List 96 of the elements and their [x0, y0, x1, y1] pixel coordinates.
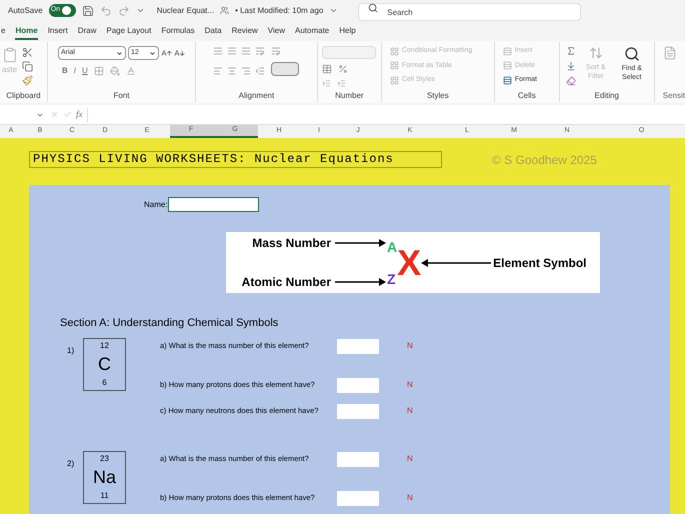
- ribbon-tab[interactable]: Formulas: [161, 24, 195, 40]
- underline-button[interactable]: U: [82, 65, 88, 77]
- question-number: 1): [66, 344, 76, 356]
- redo-icon[interactable]: [118, 4, 130, 16]
- rows-icon: [502, 61, 512, 70]
- copyright-text: © S Goodhew 2025: [492, 152, 597, 169]
- merge-button[interactable]: [271, 62, 300, 76]
- arrow-icon: [335, 278, 386, 286]
- ribbon-tab[interactable]: Review: [232, 24, 258, 40]
- copy-icon[interactable]: [22, 61, 33, 72]
- grow-font-icon[interactable]: [160, 48, 172, 58]
- chevron-icon[interactable]: [329, 6, 338, 15]
- grid-icon: [390, 46, 399, 56]
- borders-icon[interactable]: [94, 66, 104, 76]
- enter-icon[interactable]: [63, 110, 72, 119]
- bold-button[interactable]: B: [62, 65, 68, 77]
- diagram-label: Element Symbol: [493, 254, 586, 272]
- last-modified[interactable]: • Last Modified: 10m ago: [235, 4, 324, 16]
- answer-box[interactable]: [337, 452, 379, 466]
- align-right-icon[interactable]: [241, 66, 252, 76]
- eraser-icon[interactable]: [566, 76, 576, 86]
- cut-icon[interactable]: [22, 47, 33, 58]
- document-title[interactable]: Nuclear Equat...: [156, 4, 214, 16]
- answer-mark: N: [407, 340, 413, 352]
- answer-mark: N: [407, 492, 413, 504]
- answer-box[interactable]: [337, 490, 379, 506]
- diagram-label: Atomic Number: [242, 274, 331, 291]
- group-label: Sensit: [662, 90, 685, 102]
- symbol-letter: X: [397, 244, 422, 280]
- bottom-align-icon[interactable]: [241, 46, 252, 56]
- fill-icon[interactable]: [566, 61, 576, 71]
- rows-icon: [502, 46, 512, 56]
- group-label: Cells: [518, 90, 536, 102]
- group-label: Styles: [426, 90, 449, 102]
- dropdown-caret-icon: [148, 50, 156, 56]
- document-icon[interactable]: [662, 45, 677, 61]
- clipboard-icon[interactable]: [2, 46, 18, 64]
- italic-button[interactable]: I: [74, 65, 76, 77]
- element-box: 23 Na 11: [83, 450, 126, 504]
- search-icon: [624, 46, 640, 62]
- autosave-label: AutoSave: [8, 4, 43, 16]
- number-format-field[interactable]: [322, 46, 376, 59]
- ribbon-tab[interactable]: Page Layout: [106, 24, 152, 40]
- cancel-icon[interactable]: [50, 110, 59, 119]
- ribbon-tab[interactable]: Draw: [78, 24, 96, 40]
- section-heading: Section A: Understanding Chemical Symbols: [60, 316, 280, 331]
- arrow-icon: [335, 239, 386, 247]
- element-box: 12 C 6: [83, 338, 126, 390]
- grid-icon: [390, 61, 399, 70]
- shrink-font-icon[interactable]: [174, 48, 185, 58]
- ribbon-tab[interactable]: Data: [204, 24, 222, 40]
- sort-icon: [588, 46, 603, 60]
- answer-mark: N: [407, 379, 413, 391]
- group-label: Clipboard: [6, 90, 41, 102]
- insert-function-button[interactable]: fx: [76, 108, 82, 122]
- save-icon[interactable]: [82, 4, 94, 16]
- ribbon-tab[interactable]: Help: [339, 24, 356, 40]
- font-color-icon[interactable]: [126, 66, 136, 76]
- dropdown-caret-icon: [116, 50, 123, 56]
- rows-icon: [502, 76, 512, 85]
- answer-box[interactable]: [337, 338, 379, 354]
- ribbon-tab[interactable]: e: [1, 24, 6, 40]
- mass-letter: A: [387, 240, 398, 254]
- search-field[interactable]: Search: [358, 3, 582, 21]
- question-number: 2): [66, 458, 76, 470]
- name-label: Name:: [144, 198, 168, 210]
- top-align-icon[interactable]: [213, 46, 224, 56]
- middle-align-icon[interactable]: [227, 46, 238, 56]
- undo-icon[interactable]: [100, 4, 112, 16]
- group-label: Number: [335, 90, 364, 102]
- ribbon-tab[interactable]: Insert: [48, 24, 68, 40]
- ribbon-tab[interactable]: Automate: [295, 24, 330, 40]
- answer-mark: N: [407, 405, 413, 417]
- atomic-letter: Z: [387, 272, 397, 286]
- ribbon-tab[interactable]: View: [268, 24, 285, 40]
- name-field[interactable]: [168, 197, 259, 212]
- group-label: Editing: [594, 90, 620, 102]
- fill-color-icon[interactable]: [110, 66, 120, 76]
- percent-icon[interactable]: [338, 64, 348, 74]
- align-left-icon[interactable]: [213, 66, 224, 76]
- wrap-text-icon[interactable]: [271, 46, 282, 56]
- answer-mark: N: [407, 453, 413, 465]
- group-label: Alignment: [238, 90, 274, 102]
- answer-box[interactable]: [337, 404, 379, 418]
- customize-icon[interactable]: [136, 6, 145, 15]
- sum-icon[interactable]: [566, 46, 576, 56]
- group-label: Font: [113, 90, 130, 102]
- grid-icon: [390, 76, 399, 85]
- align-center-icon[interactable]: [227, 66, 238, 76]
- answer-box[interactable]: [337, 378, 379, 392]
- search-icon: [368, 2, 378, 12]
- people-icon[interactable]: [220, 6, 230, 15]
- diagram-label: Mass Number: [252, 235, 331, 252]
- worksheet-title: PHYSICS LIVING WORKSHEETS: Nuclear Equations: [29, 151, 442, 168]
- arrow-icon: [421, 258, 492, 266]
- indent-icon[interactable]: [255, 66, 266, 76]
